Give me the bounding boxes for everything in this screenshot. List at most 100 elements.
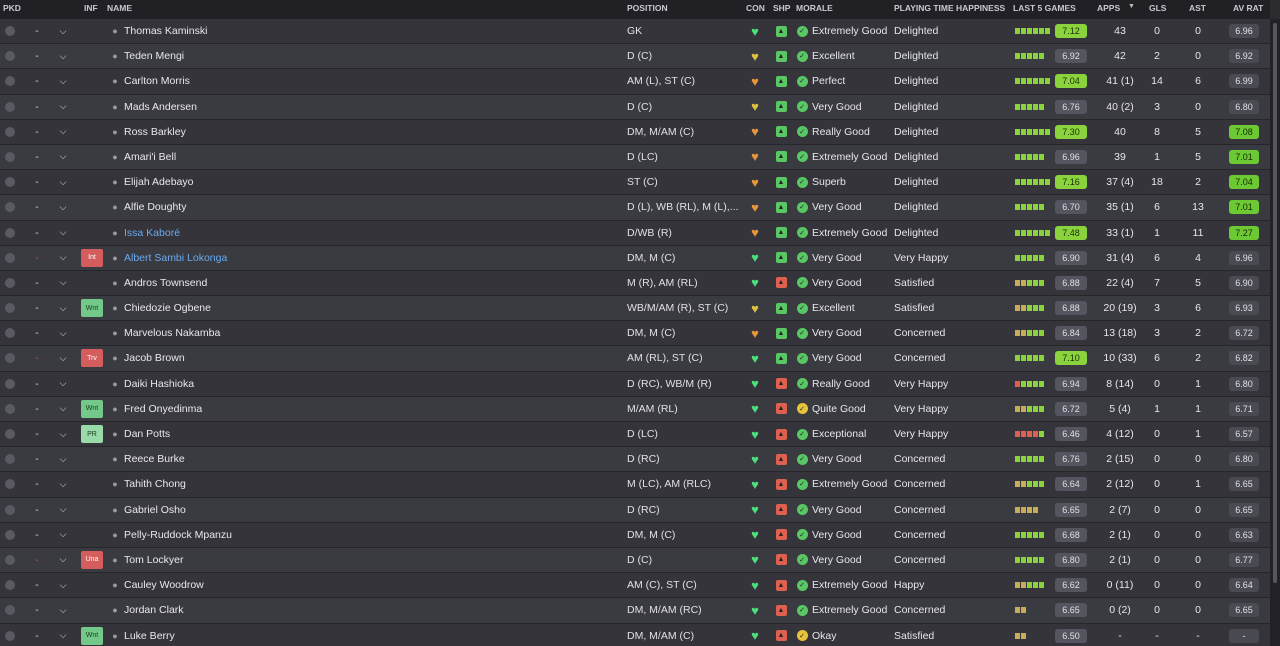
selection-dash[interactable]: -	[30, 397, 44, 421]
picked-toggle[interactable]	[3, 498, 17, 522]
picked-toggle[interactable]	[3, 44, 17, 68]
col-morale[interactable]: MORALE	[796, 3, 833, 13]
chevron-down-icon[interactable]: ⌵	[56, 447, 70, 471]
checkbox-icon[interactable]	[5, 151, 15, 162]
player-name[interactable]: Thomas Kaminski	[124, 19, 314, 43]
picked-toggle[interactable]	[3, 120, 17, 144]
chevron-down-icon[interactable]: ⌵	[56, 523, 70, 547]
table-row[interactable]: - ⌵ ● Pelly-Ruddock Mpanzu DM, M (C) ♥ ▲…	[0, 522, 1270, 548]
scrollbar-thumb[interactable]	[1273, 23, 1277, 583]
selection-dash[interactable]: -	[30, 195, 44, 219]
table-row[interactable]: - ⌵ ● Elijah Adebayo ST (C) ♥ ▲ ✓ Superb…	[0, 170, 1270, 196]
selection-dash[interactable]: -	[30, 120, 44, 144]
player-name[interactable]: Carlton Morris	[124, 69, 314, 93]
checkbox-icon[interactable]	[5, 328, 15, 339]
selection-dash[interactable]: -	[30, 321, 44, 345]
selection-dash[interactable]: -	[30, 372, 44, 396]
picked-toggle[interactable]	[3, 372, 17, 396]
chevron-down-icon[interactable]: ⌵	[56, 246, 70, 270]
chevron-down-icon[interactable]: ⌵	[56, 346, 70, 370]
chevron-down-icon[interactable]: ⌵	[56, 145, 70, 169]
selection-dash[interactable]: -	[30, 246, 44, 270]
player-name[interactable]: Luke Berry	[124, 624, 314, 646]
player-name[interactable]: Amari'i Bell	[124, 145, 314, 169]
player-name[interactable]: Mads Andersen	[124, 95, 314, 119]
player-name[interactable]: Tom Lockyer	[124, 548, 314, 572]
chevron-down-icon[interactable]: ⌵	[56, 321, 70, 345]
picked-toggle[interactable]	[3, 624, 17, 646]
picked-toggle[interactable]	[3, 170, 17, 194]
checkbox-icon[interactable]	[5, 177, 15, 188]
table-row[interactable]: - ⌵ ● Teden Mengi D (C) ♥ ▲ ✓ Excellent …	[0, 44, 1270, 70]
picked-toggle[interactable]	[3, 296, 17, 320]
table-row[interactable]: - ⌵ ● Amari'i Bell D (LC) ♥ ▲ ✓ Extremel…	[0, 144, 1270, 171]
table-row[interactable]: - ⌵ ● Issa Kaboré D/WB (R) ♥ ▲ ✓ Extreme…	[0, 220, 1270, 246]
picked-toggle[interactable]	[3, 321, 17, 345]
chevron-down-icon[interactable]: ⌵	[56, 422, 70, 446]
col-ast[interactable]: AST	[1189, 3, 1206, 13]
col-position[interactable]: POSITION	[627, 3, 668, 13]
player-name[interactable]: Chiedozie Ogbene	[124, 296, 314, 320]
table-row[interactable]: - ⌵ Int ● Albert Sambi Lokonga DM, M (C)…	[0, 245, 1270, 271]
table-row[interactable]: - ⌵ ● Ross Barkley DM, M/AM (C) ♥ ▲ ✓ Re…	[0, 119, 1270, 145]
player-name[interactable]: Marvelous Nakamba	[124, 321, 314, 345]
table-row[interactable]: - ⌵ Una ● Tom Lockyer D (C) ♥ ▲ ✓ Very G…	[0, 547, 1270, 574]
picked-toggle[interactable]	[3, 195, 17, 219]
table-row[interactable]: - ⌵ ● Alfie Doughty D (L), WB (RL), M (L…	[0, 195, 1270, 221]
player-name[interactable]: Daiki Hashioka	[124, 372, 314, 396]
selection-dash[interactable]: -	[30, 44, 44, 68]
chevron-down-icon[interactable]: ⌵	[56, 19, 70, 43]
selection-dash[interactable]: -	[30, 498, 44, 522]
table-row[interactable]: - ⌵ ● Tahith Chong M (LC), AM (RLC) ♥ ▲ …	[0, 472, 1270, 498]
player-name[interactable]: Alfie Doughty	[124, 195, 314, 219]
checkbox-icon[interactable]	[5, 26, 15, 36]
table-row[interactable]: - ⌵ ● Marvelous Nakamba DM, M (C) ♥ ▲ ✓ …	[0, 321, 1270, 347]
col-inf[interactable]: INF	[84, 3, 98, 13]
picked-toggle[interactable]	[3, 447, 17, 471]
selection-dash[interactable]: -	[30, 548, 44, 572]
selection-dash[interactable]: -	[30, 19, 44, 43]
table-row[interactable]: - ⌵ ● Thomas Kaminski GK ♥ ▲ ✓ Extremely…	[0, 19, 1270, 45]
picked-toggle[interactable]	[3, 221, 17, 245]
interest-badge[interactable]: Wnt	[81, 626, 103, 645]
chevron-down-icon[interactable]: ⌵	[56, 120, 70, 144]
player-name[interactable]: Ross Barkley	[124, 120, 314, 144]
checkbox-icon[interactable]	[5, 554, 15, 565]
col-gls[interactable]: GLS	[1149, 3, 1166, 13]
player-name[interactable]: Andros Townsend	[124, 271, 314, 295]
chevron-down-icon[interactable]: ⌵	[56, 95, 70, 119]
selection-dash[interactable]: -	[30, 472, 44, 496]
selection-dash[interactable]: -	[30, 69, 44, 93]
col-apps[interactable]: APPS	[1097, 3, 1120, 13]
player-name[interactable]: Teden Mengi	[124, 44, 314, 68]
checkbox-icon[interactable]	[5, 303, 15, 314]
checkbox-icon[interactable]	[5, 227, 15, 238]
table-row[interactable]: - ⌵ ● Jordan Clark DM, M/AM (RC) ♥ ▲ ✓ E…	[0, 598, 1270, 624]
player-name[interactable]: Dan Potts	[124, 422, 314, 446]
chevron-down-icon[interactable]: ⌵	[56, 296, 70, 320]
selection-dash[interactable]: -	[30, 523, 44, 547]
checkbox-icon[interactable]	[5, 76, 15, 87]
player-name[interactable]: Tahith Chong	[124, 472, 314, 496]
chevron-down-icon[interactable]: ⌵	[56, 69, 70, 93]
interest-badge[interactable]: Trv	[81, 349, 103, 368]
interest-badge[interactable]: Una	[81, 550, 103, 569]
player-name[interactable]: Issa Kaboré	[124, 221, 314, 245]
checkbox-icon[interactable]	[5, 529, 15, 540]
table-row[interactable]: - ⌵ PR ● Dan Potts D (LC) ♥ ▲ ✓ Exceptio…	[0, 422, 1270, 448]
checkbox-icon[interactable]	[5, 277, 15, 288]
table-row[interactable]: - ⌵ ● Carlton Morris AM (L), ST (C) ♥ ▲ …	[0, 69, 1270, 95]
checkbox-icon[interactable]	[5, 630, 15, 641]
player-name[interactable]: Fred Onyedinma	[124, 397, 314, 421]
interest-badge[interactable]: Int	[81, 248, 103, 267]
chevron-down-icon[interactable]: ⌵	[56, 498, 70, 522]
table-row[interactable]: - ⌵ ● Andros Townsend M (R), AM (RL) ♥ ▲…	[0, 270, 1270, 297]
table-row[interactable]: - ⌵ ● Reece Burke D (RC) ♥ ▲ ✓ Very Good…	[0, 447, 1270, 473]
chevron-down-icon[interactable]: ⌵	[56, 598, 70, 622]
picked-toggle[interactable]	[3, 246, 17, 270]
interest-badge[interactable]: Wnt	[81, 399, 103, 418]
chevron-down-icon[interactable]: ⌵	[56, 397, 70, 421]
checkbox-icon[interactable]	[5, 479, 15, 490]
checkbox-icon[interactable]	[5, 378, 15, 389]
player-name[interactable]: Albert Sambi Lokonga	[124, 246, 314, 270]
